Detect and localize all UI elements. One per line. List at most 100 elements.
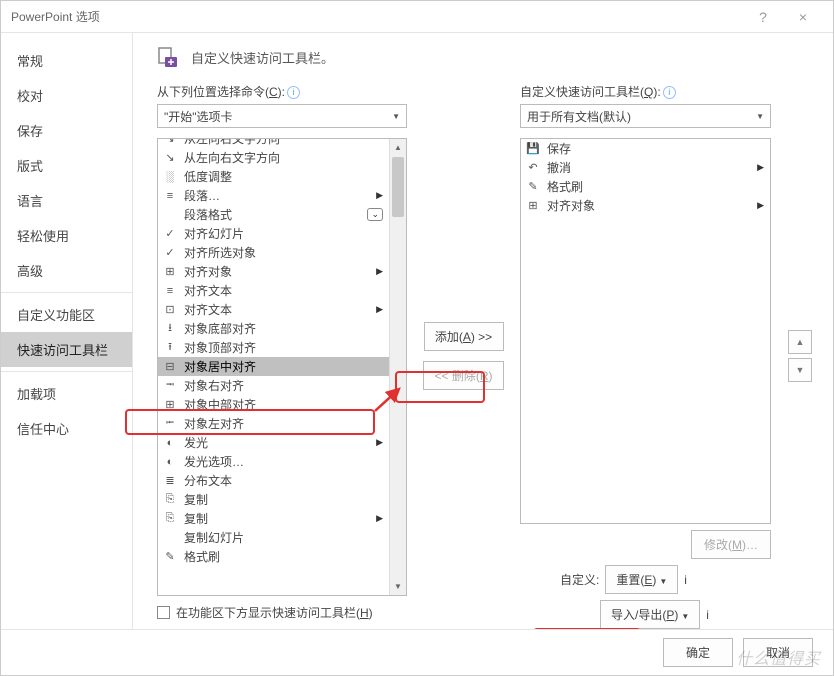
command-icon: ◐ — [162, 454, 178, 470]
command-label: 对齐幻灯片 — [184, 225, 385, 242]
list-item[interactable]: ░低度调整 — [158, 167, 389, 186]
list-item[interactable]: ⊟对象居中对齐 — [158, 357, 389, 376]
command-icon: ⊞ — [162, 264, 178, 280]
scrollbar[interactable]: ▲ ▼ — [389, 139, 406, 595]
list-item[interactable]: ⭱对象顶部对齐 — [158, 338, 389, 357]
list-item[interactable]: ↘ 从左向右文字方向 — [158, 148, 389, 167]
move-up-button[interactable]: ▲ — [788, 330, 812, 354]
list-item[interactable]: ⊡对齐文本▶ — [158, 300, 389, 319]
list-item[interactable]: ⭲ 对象右对齐 — [158, 376, 389, 395]
import-export-button[interactable]: 导入/导出(P)▼ — [600, 600, 700, 629]
chevron-down-icon: ▼ — [756, 112, 764, 121]
command-icon: ⊟ — [162, 359, 178, 375]
command-icon: ↶ — [525, 160, 541, 176]
list-item[interactable]: 💾保存 — [521, 139, 770, 158]
sidebar-item[interactable]: 自定义功能区 — [1, 297, 132, 332]
command-label: 对象底部对齐 — [184, 320, 385, 337]
close-button[interactable]: × — [783, 9, 823, 25]
qat-column: 自定义快速访问工具栏(Q):i 用于所有文档(默认) ▼ 💾保存↶撤消▶✎格式刷… — [520, 83, 771, 629]
command-label: 段落格式 — [184, 206, 361, 223]
list-item[interactable]: 段落格式⌄ — [158, 205, 389, 224]
sidebar-item[interactable]: 轻松使用 — [1, 218, 132, 253]
submenu-icon: ▶ — [757, 162, 764, 173]
reset-button[interactable]: 重置(E)▼ — [605, 565, 678, 594]
info-icon[interactable]: i — [684, 573, 687, 587]
list-item[interactable]: 复制幻灯片 — [158, 528, 389, 547]
list-item[interactable]: ⎘复制 — [158, 490, 389, 509]
list-item[interactable]: ≣分布文本 — [158, 471, 389, 490]
show-below-checkbox[interactable] — [157, 606, 170, 619]
list-item[interactable]: ↘从左向右文字方向 — [158, 139, 389, 148]
window-title: PowerPoint 选项 — [11, 8, 743, 25]
info-icon[interactable]: i — [706, 608, 709, 622]
submenu-icon: ▶ — [376, 190, 383, 201]
sidebar-item[interactable]: 信任中心 — [1, 411, 132, 446]
command-label: 发光选项… — [184, 453, 385, 470]
qat-commands-list[interactable]: 💾保存↶撤消▶ ✎ 格式刷⊞对齐对象▶ — [520, 138, 771, 524]
list-item[interactable]: ◐ 发光选项… — [158, 452, 389, 471]
list-item[interactable]: ⊞对齐对象▶ — [521, 196, 770, 215]
help-button[interactable]: ? — [743, 9, 783, 25]
command-icon: ≣ — [162, 473, 178, 489]
move-down-button[interactable]: ▼ — [788, 358, 812, 382]
commands-column: 从下列位置选择命令(C):i "开始"选项卡 ▼ ↘从左向右文字方向↘从左向右文… — [157, 83, 407, 629]
command-icon — [162, 207, 178, 223]
sidebar-item[interactable]: 版式 — [1, 148, 132, 183]
command-label: 对象右对齐 — [184, 377, 385, 394]
list-item[interactable]: ⎘复制▶ — [158, 509, 389, 528]
command-icon: ↘ — [162, 150, 178, 166]
cancel-button[interactable]: 取消 — [743, 638, 813, 667]
sidebar-item[interactable]: 高级 — [1, 253, 132, 288]
sidebar-item[interactable]: 校对 — [1, 78, 132, 113]
scroll-down-icon[interactable]: ▼ — [390, 578, 406, 595]
scroll-up-icon[interactable]: ▲ — [390, 139, 406, 156]
sidebar-item[interactable]: 语言 — [1, 183, 132, 218]
sidebar-item[interactable]: 常规 — [1, 43, 132, 78]
submenu-icon: ▶ — [376, 437, 383, 448]
available-commands-list[interactable]: ↘从左向右文字方向↘从左向右文字方向░低度调整≡段落…▶段落格式⌄✓对齐幻灯片✓… — [157, 138, 407, 596]
remove-button[interactable]: << 删除(R) — [423, 361, 503, 390]
reorder-column: ▲ ▼ — [785, 83, 815, 629]
modify-button[interactable]: 修改(M)… — [691, 530, 771, 559]
qat-icon — [157, 45, 181, 69]
scroll-thumb[interactable] — [392, 157, 404, 217]
list-item[interactable]: ✎格式刷 — [158, 547, 389, 566]
list-item[interactable]: ⊞对象中部对齐 — [158, 395, 389, 414]
command-icon: ⭲ — [162, 378, 178, 394]
list-item[interactable]: ◐ 发光 ▶ — [158, 433, 389, 452]
list-item[interactable]: ✎ 格式刷 — [521, 177, 770, 196]
list-item[interactable]: ✓ 对齐所选对象 — [158, 243, 389, 262]
command-label: 发光 — [184, 434, 370, 451]
command-icon: ◐ — [162, 435, 178, 451]
command-icon: ✎ — [525, 179, 541, 195]
list-item[interactable]: ✓对齐幻灯片 — [158, 224, 389, 243]
command-icon: ⭳ — [162, 321, 178, 337]
list-item[interactable]: ≡对齐文本 — [158, 281, 389, 300]
command-label: 从左向右文字方向 — [184, 149, 385, 166]
command-label: 复制幻灯片 — [184, 529, 385, 546]
list-item[interactable]: ⭰对象左对齐 — [158, 414, 389, 433]
list-item[interactable]: ≡段落…▶ — [158, 186, 389, 205]
separator — [1, 292, 132, 293]
submenu-icon: ▶ — [757, 200, 764, 211]
list-item[interactable]: ↶撤消▶ — [521, 158, 770, 177]
command-label: 对齐所选对象 — [184, 244, 385, 261]
command-label: 复制 — [184, 510, 370, 527]
add-button[interactable]: 添加(A) >> — [424, 322, 504, 351]
list-item[interactable]: ⊞对齐对象▶ — [158, 262, 389, 281]
command-label: 对齐文本 — [184, 282, 385, 299]
command-icon: ⊞ — [162, 397, 178, 413]
command-icon: ⎘ — [162, 492, 178, 508]
info-icon[interactable]: i — [287, 86, 300, 99]
info-icon[interactable]: i — [663, 86, 676, 99]
sidebar-item[interactable]: 快速访问工具栏 — [1, 332, 132, 367]
choose-from-combo[interactable]: "开始"选项卡 ▼ — [157, 104, 407, 128]
list-item[interactable]: ⭳ 对象底部对齐 — [158, 319, 389, 338]
sidebar-item[interactable]: 保存 — [1, 113, 132, 148]
dialog-body: 常规校对保存版式语言轻松使用高级 自定义功能区快速访问工具栏 加载项信任中心 自… — [1, 33, 833, 629]
command-icon: ✓ — [162, 245, 178, 261]
ok-button[interactable]: 确定 — [663, 638, 733, 667]
qat-scope-combo[interactable]: 用于所有文档(默认) ▼ — [520, 104, 771, 128]
command-label: 格式刷 — [547, 178, 766, 195]
sidebar-item[interactable]: 加载项 — [1, 376, 132, 411]
